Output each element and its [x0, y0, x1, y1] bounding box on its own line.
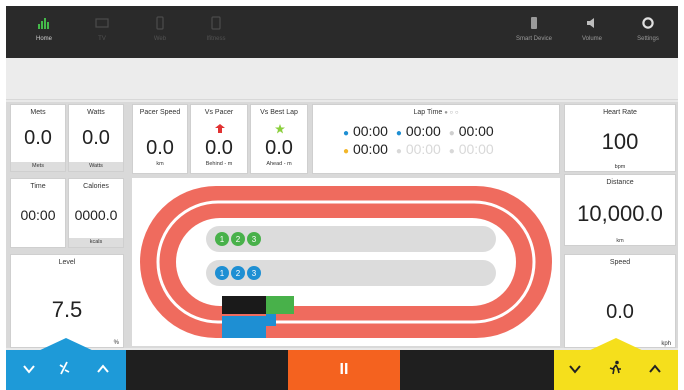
green-runner-markers: 1 2 3 — [215, 232, 261, 246]
tv-icon — [72, 6, 132, 36]
runner-icon — [604, 360, 626, 382]
mets-value: 0.0 — [24, 127, 52, 149]
speaker-icon — [562, 6, 622, 36]
nav-ifitness[interactable]: Ifitness — [186, 6, 246, 58]
lap-5-badge: ● — [395, 146, 402, 157]
lap-2-badge: ● — [395, 128, 402, 139]
calories-card[interactable]: Calories 0000.0 kcals — [68, 178, 124, 248]
mets-card[interactable]: Mets 0.0 Mets — [10, 104, 66, 172]
blue-marker-label: 1 — [220, 269, 225, 278]
pacer-speed-value: 0.0 — [146, 137, 174, 159]
nav-tv[interactable]: TV — [72, 6, 132, 58]
phone-icon — [130, 6, 190, 36]
time-card[interactable]: Time 00:00 — [10, 178, 66, 248]
speed-down-button[interactable] — [564, 360, 586, 382]
nav-volume[interactable]: Volume — [562, 6, 622, 58]
lap-row-1: ● 00:00 ● 00:00 ● 00:00 — [343, 123, 494, 139]
bars-chart-icon — [14, 6, 74, 36]
green-marker-label: 1 — [220, 235, 225, 244]
level-unit: % — [113, 340, 119, 346]
star-icon — [275, 121, 285, 134]
lap-time-card[interactable]: Lap Time ● ○ ○ ● 00:00 ● 00:00 ● 00:00 ●… — [312, 104, 560, 174]
time-value: 00:00 — [20, 207, 56, 223]
tablet-icon — [186, 6, 246, 36]
incline-control — [6, 338, 126, 390]
green-marker-label: 3 — [252, 235, 257, 244]
gear-icon — [618, 6, 678, 36]
incline-icon — [54, 360, 76, 382]
blue-runner-markers: 1 2 3 — [215, 266, 261, 280]
vs-pacer-card[interactable]: Vs Pacer 0.0 Behind - m — [190, 104, 248, 174]
watts-value: 0.0 — [82, 127, 110, 149]
lap-row-2: ● 00:00 ● 00:00 ● 00:00 — [343, 141, 494, 157]
speed-up-button[interactable] — [644, 360, 666, 382]
vs-pacer-value: 0.0 — [205, 137, 233, 159]
blue-marker-label: 3 — [252, 269, 257, 278]
nav-web[interactable]: Web — [130, 6, 190, 58]
device-icon — [504, 6, 564, 36]
workout-dashboard: Mets 0.0 Mets Watts 0.0 Watts Time 00:00… — [6, 102, 678, 348]
page-dots: ● ○ ○ — [444, 110, 459, 116]
distance-value: 10,000.0 — [577, 201, 663, 226]
speed-value: 0.0 — [606, 301, 634, 323]
calories-unit: kcals — [69, 238, 123, 247]
vs-best-lap-value: 0.0 — [265, 137, 293, 159]
heart-rate-card[interactable]: Heart Rate 100 bpm — [564, 104, 676, 172]
nav-home[interactable]: Home — [14, 6, 74, 58]
watts-card[interactable]: Watts 0.0 Watts — [68, 104, 124, 172]
watts-unit: Watts — [69, 162, 123, 171]
app-frame: Home TV Web Ifitness Smart Device Volume… — [6, 6, 678, 390]
top-navigation-bar: Home TV Web Ifitness Smart Device Volume… — [6, 6, 678, 58]
distance-card[interactable]: Distance 10,000.0 km — [564, 174, 676, 246]
control-bar: II — [6, 338, 678, 390]
nav-smart-device[interactable]: Smart Device — [504, 6, 564, 58]
vs-best-lap-card[interactable]: Vs Best Lap 0.0 Ahead - m — [250, 104, 308, 174]
speed-card[interactable]: Speed 0.0 kph — [564, 254, 676, 348]
incline-down-button[interactable] — [18, 360, 40, 382]
level-card[interactable]: Level 7.5 % — [10, 254, 124, 348]
pause-button[interactable]: II — [288, 350, 400, 390]
track-svg: 1 2 3 1 2 3 — [140, 186, 552, 338]
mets-unit: Mets — [11, 162, 65, 171]
calories-value: 0000.0 — [74, 207, 118, 223]
lap-4-badge: ● — [343, 146, 350, 157]
blue-marker-label: 2 — [236, 269, 241, 278]
pacer-speed-card[interactable]: Pacer Speed 0.0 km — [132, 104, 188, 174]
green-marker-label: 2 — [236, 235, 241, 244]
red-pacer-icon — [215, 121, 225, 133]
heart-rate-value: 100 — [601, 129, 639, 154]
nav-settings[interactable]: Settings — [618, 6, 678, 58]
track-visualization: 1 2 3 1 2 3 — [132, 178, 560, 346]
level-value: 7.5 — [51, 297, 83, 322]
incline-up-button[interactable] — [92, 360, 114, 382]
lap-6-badge: ● — [448, 146, 455, 157]
speed-control — [554, 338, 678, 390]
lap-3-badge: ● — [448, 128, 455, 139]
sub-header-bar — [6, 58, 678, 100]
lap-1-badge: ● — [343, 128, 350, 139]
